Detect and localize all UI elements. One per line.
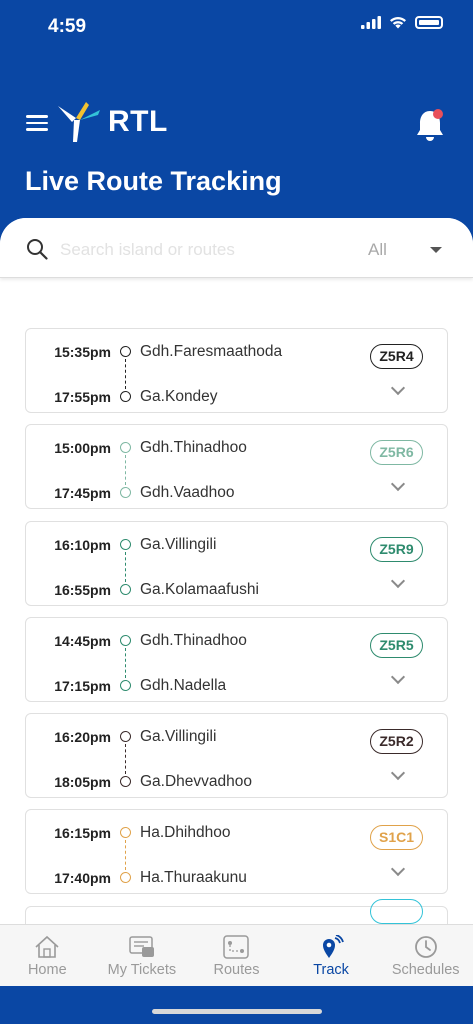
route-code-badge: Z5R5 <box>370 633 423 658</box>
route-list[interactable]: 15:35pm 17:55pm Gdh.Faresmaathoda Ga.Kon… <box>0 328 473 924</box>
route-code-badge: S1C1 <box>370 825 423 850</box>
brand-logo: RTL <box>56 100 168 144</box>
chevron-down-icon[interactable] <box>390 861 406 877</box>
route-card[interactable]: 15:00pm 17:45pm Gdh.Thinadhoo Gdh.Vaadho… <box>25 424 448 509</box>
routes-icon <box>223 935 250 959</box>
search-bar: All <box>0 218 473 278</box>
brand-name: RTL <box>108 105 168 138</box>
search-icon <box>27 239 48 260</box>
home-indicator-area <box>0 986 473 1024</box>
tab-label: Track <box>313 962 349 978</box>
route-card[interactable]: 16:10pm 16:55pm Ga.Villingili Ga.Kolamaa… <box>25 521 448 606</box>
chevron-down-icon[interactable] <box>390 573 406 589</box>
tab-home[interactable]: Home <box>0 925 95 986</box>
origin-dot-icon <box>120 539 131 550</box>
route-card[interactable]: 14:45pm 17:15pm Gdh.Thinadhoo Gdh.Nadell… <box>25 617 448 702</box>
origin-dot-icon <box>120 442 131 453</box>
destination-stop: Ga.Dhevvadhoo <box>140 773 253 790</box>
arrival-time: 17:55pm <box>54 389 111 405</box>
status-time: 4:59 <box>48 16 87 37</box>
route-card[interactable]: 15:35pm 17:55pm Gdh.Faresmaathoda Ga.Kon… <box>25 328 448 413</box>
route-connector <box>125 648 126 678</box>
tab-track[interactable]: Track <box>284 925 379 986</box>
origin-stop: Ga.Villingili <box>140 728 217 745</box>
route-card-partial[interactable] <box>25 899 448 924</box>
route-connector <box>125 552 126 582</box>
chevron-down-icon[interactable] <box>390 476 406 492</box>
route-code-badge: Z5R6 <box>370 440 423 465</box>
arrival-time: 16:55pm <box>54 582 111 598</box>
tab-schedules[interactable]: Schedules <box>378 925 473 986</box>
origin-dot-icon <box>120 827 131 838</box>
route-connector <box>125 455 126 485</box>
departure-time: 15:00pm <box>54 440 111 456</box>
chevron-down-icon[interactable] <box>390 380 406 396</box>
menu-icon[interactable] <box>26 115 48 131</box>
status-icons <box>361 16 443 29</box>
departure-time: 16:10pm <box>54 537 111 553</box>
origin-stop: Gdh.Thinadhoo <box>140 439 247 456</box>
destination-stop: Ga.Kolamaafushi <box>140 581 259 598</box>
origin-dot-icon <box>120 346 131 357</box>
route-card[interactable]: 16:20pm 18:05pm Ga.Villingili Ga.Dhevvad… <box>25 713 448 798</box>
chevron-down-icon[interactable] <box>390 669 406 685</box>
route-code-badge: Z5R2 <box>370 729 423 754</box>
bell-icon <box>417 109 443 141</box>
route-connector <box>125 744 126 774</box>
chevron-down-icon[interactable] <box>430 247 442 253</box>
destination-dot-icon <box>120 680 131 691</box>
route-code-badge: Z5R9 <box>370 537 423 562</box>
arrival-time: 17:45pm <box>54 485 111 501</box>
search-input[interactable] <box>60 236 340 264</box>
origin-dot-icon <box>120 635 131 646</box>
destination-dot-icon <box>120 487 131 498</box>
origin-stop: Ha.Dhihdhoo <box>140 824 231 841</box>
route-connector <box>125 359 126 389</box>
route-card[interactable]: 16:15pm 17:40pm Ha.Dhihdhoo Ha.Thuraakun… <box>25 809 448 894</box>
origin-stop: Gdh.Faresmaathoda <box>140 343 283 360</box>
tab-my-tickets[interactable]: My Tickets <box>95 925 190 986</box>
departure-time: 16:20pm <box>54 729 111 745</box>
departure-time: 16:15pm <box>54 825 111 841</box>
departure-time: 14:45pm <box>54 633 111 649</box>
destination-stop: Gdh.Vaadhoo <box>140 484 235 501</box>
home-indicator[interactable] <box>152 1009 322 1014</box>
rtl-logo-icon <box>58 102 100 142</box>
tab-label: Home <box>27 962 67 978</box>
page-title: Live Route Tracking <box>25 166 282 196</box>
arrival-time: 17:40pm <box>54 870 111 886</box>
track-icon <box>323 935 344 958</box>
departure-time: 15:35pm <box>54 344 111 360</box>
notifications-button[interactable] <box>415 108 445 147</box>
destination-dot-icon <box>120 391 131 402</box>
destination-dot-icon <box>120 584 131 595</box>
tickets-icon <box>129 936 154 957</box>
destination-dot-icon <box>120 776 131 787</box>
origin-stop: Ga.Villingili <box>140 536 217 553</box>
tab-label: My Tickets <box>107 962 177 978</box>
arrival-time: 18:05pm <box>54 774 111 790</box>
origin-dot-icon <box>120 731 131 742</box>
destination-stop: Gdh.Nadella <box>140 677 227 694</box>
destination-stop: Ga.Kondey <box>140 388 218 405</box>
route-code-badge: Z5R4 <box>370 344 423 369</box>
home-icon <box>35 935 59 958</box>
wifi-icon <box>390 17 406 29</box>
tab-label: Routes <box>213 962 260 978</box>
route-code-badge <box>370 899 423 924</box>
route-connector <box>125 840 126 870</box>
tab-label: Schedules <box>391 962 460 978</box>
clock-icon <box>414 936 437 958</box>
destination-dot-icon <box>120 872 131 883</box>
battery-icon <box>415 16 443 29</box>
destination-stop: Ha.Thuraakunu <box>140 869 247 886</box>
chevron-down-icon[interactable] <box>390 765 406 781</box>
bottom-tab-bar: Home My Tickets Routes Track Schedules <box>0 924 473 986</box>
filter-dropdown-value[interactable]: All <box>368 240 387 260</box>
tab-routes[interactable]: Routes <box>189 925 284 986</box>
origin-stop: Gdh.Thinadhoo <box>140 632 247 649</box>
signal-icon <box>361 16 381 29</box>
arrival-time: 17:15pm <box>54 678 111 694</box>
